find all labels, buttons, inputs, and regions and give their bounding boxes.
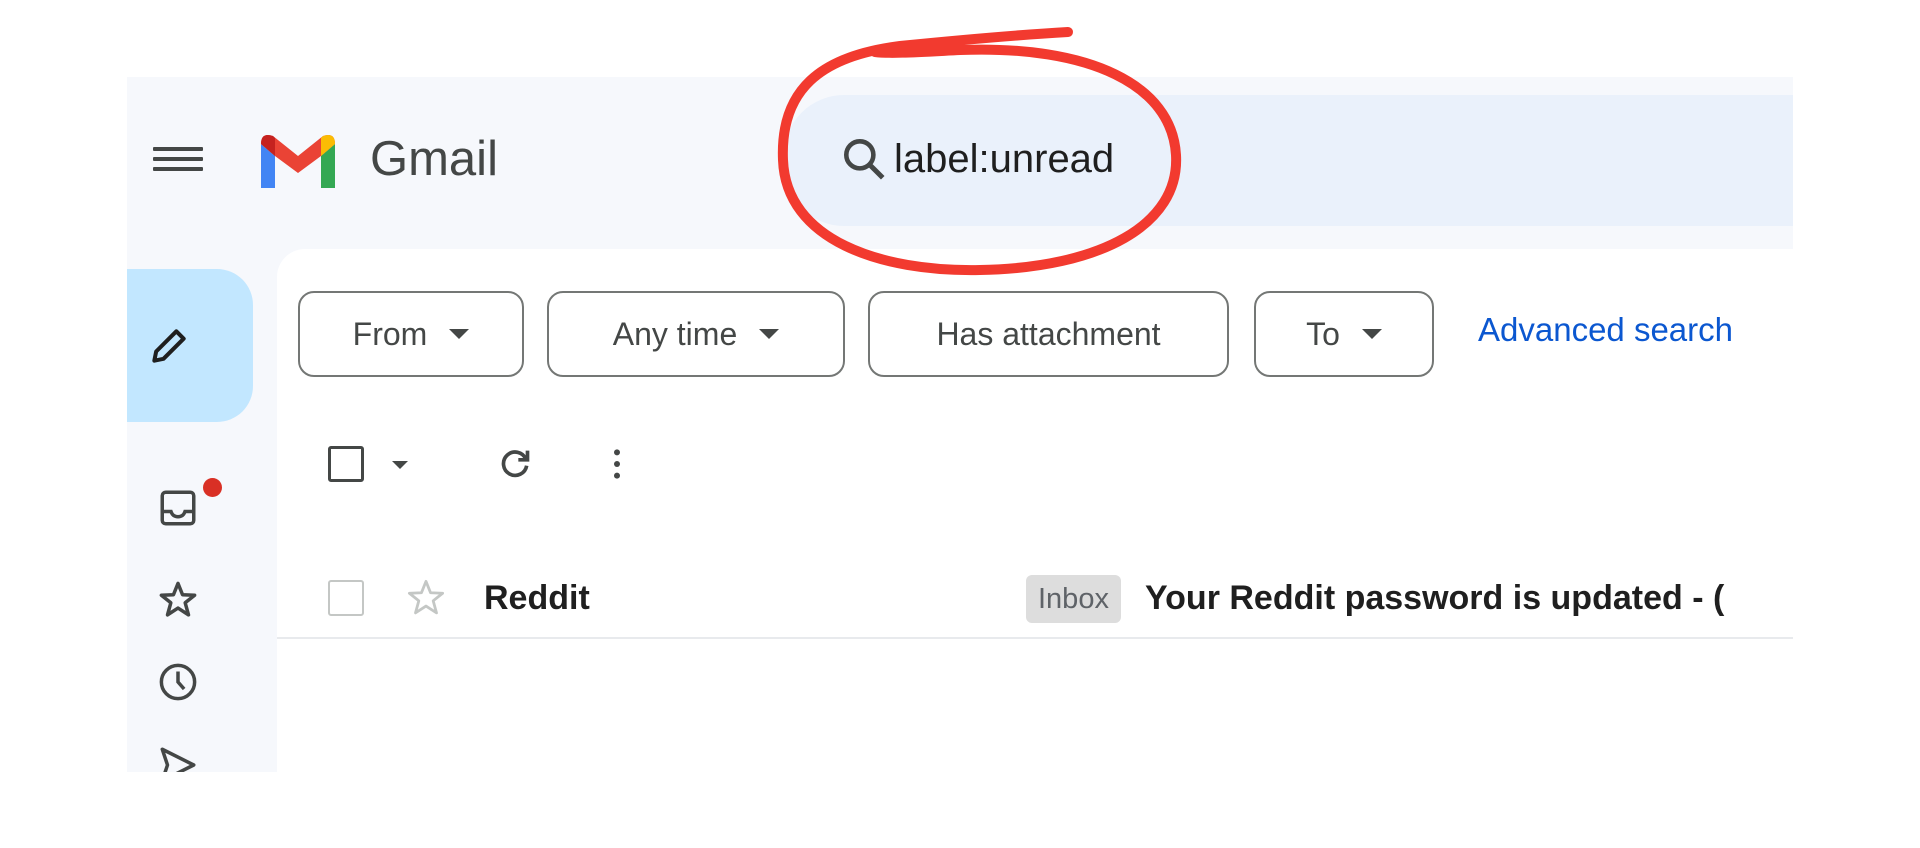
gmail-window: Gmail label:unread From Any time Has att… xyxy=(127,77,1793,772)
inbox-icon[interactable] xyxy=(157,487,199,529)
gmail-logo-icon[interactable] xyxy=(257,130,339,192)
search-input[interactable]: label:unread xyxy=(894,133,1114,185)
filter-to-chip[interactable]: To xyxy=(1254,291,1434,377)
select-all-checkbox[interactable] xyxy=(328,446,364,482)
email-subject: Your Reddit password is updated - ( xyxy=(1145,579,1725,617)
unread-badge-dot xyxy=(203,478,222,497)
pencil-icon xyxy=(152,329,186,363)
more-options-icon[interactable] xyxy=(597,444,637,484)
star-icon[interactable] xyxy=(157,579,199,621)
email-sender: Reddit xyxy=(484,579,590,617)
inbox-label-badge[interactable]: Inbox xyxy=(1026,575,1121,623)
compose-button[interactable] xyxy=(127,269,253,422)
email-row[interactable]: Reddit Inbox Your Reddit password is upd… xyxy=(277,561,1793,639)
filter-from-chip[interactable]: From xyxy=(298,291,524,377)
chip-label: From xyxy=(352,315,428,352)
select-dropdown-caret-icon[interactable] xyxy=(392,461,408,469)
caret-down-icon xyxy=(759,329,780,339)
main-menu-icon[interactable] xyxy=(153,137,203,181)
star-icon[interactable] xyxy=(405,577,447,619)
advanced-search-link[interactable]: Advanced search xyxy=(1478,311,1733,349)
caret-down-icon xyxy=(449,329,470,339)
row-checkbox[interactable] xyxy=(328,580,364,616)
caret-down-icon xyxy=(1361,329,1382,339)
refresh-icon[interactable] xyxy=(495,444,535,484)
mail-list-panel: From Any time Has attachment To Advanced… xyxy=(277,249,1793,772)
clock-icon[interactable] xyxy=(157,661,199,703)
chip-label: Has attachment xyxy=(936,315,1161,352)
gmail-brand-text: Gmail xyxy=(370,132,498,186)
chip-label: To xyxy=(1306,315,1340,352)
send-icon[interactable] xyxy=(157,744,199,772)
filter-any-time-chip[interactable]: Any time xyxy=(547,291,845,377)
filter-has-attachment-chip[interactable]: Has attachment xyxy=(868,291,1229,377)
search-icon[interactable] xyxy=(839,134,889,184)
chip-label: Any time xyxy=(612,315,738,352)
